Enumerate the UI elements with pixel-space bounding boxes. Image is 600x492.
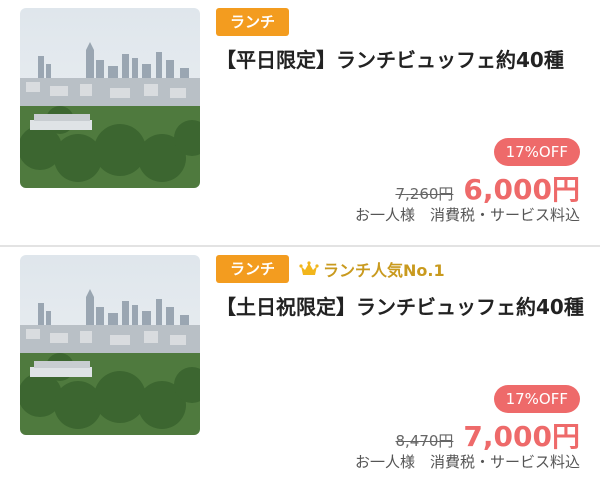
discount-badge: 17%OFF	[493, 385, 580, 413]
city-skyline-photo	[20, 8, 200, 188]
sale-price: 6,000円	[463, 173, 580, 206]
plan-title[interactable]: 【平日限定】ランチビュッフェ約40種	[216, 44, 586, 77]
price-row: 7,260円 6,000円	[395, 168, 580, 208]
plan-title[interactable]: 【土日祝限定】ランチビュッフェ約40種	[216, 291, 586, 324]
plan-tags: ランチ ランチ人気No.1	[216, 255, 445, 283]
city-skyline-photo	[20, 255, 200, 435]
sale-price: 7,000円	[463, 420, 580, 453]
plan-card[interactable]: ランチ ランチ人気No.1 【土日祝限定】ランチビュッフェ約40種 17%OFF…	[0, 246, 600, 492]
price-note: お一人様 消費税・サービス料込	[354, 206, 580, 224]
plan-photo[interactable]	[20, 8, 200, 188]
plan-card[interactable]: ランチ 【平日限定】ランチビュッフェ約40種 17%OFF 7,260円 6,0…	[0, 0, 600, 246]
plan-list: ランチ 【平日限定】ランチビュッフェ約40種 17%OFF 7,260円 6,0…	[0, 0, 600, 492]
price-row: 8,470円 7,000円	[395, 415, 580, 455]
plan-photo[interactable]	[20, 255, 200, 435]
original-price: 7,260円	[395, 185, 454, 203]
category-tag: ランチ	[216, 8, 290, 36]
discount-badge: 17%OFF	[493, 138, 580, 166]
plan-tags: ランチ	[216, 8, 290, 36]
original-price: 8,470円	[395, 432, 454, 450]
ranking-badge: ランチ人気No.1	[299, 257, 445, 281]
crown-icon	[299, 261, 319, 275]
ranking-label: ランチ人気No.1	[323, 261, 445, 280]
category-tag: ランチ	[216, 255, 290, 283]
price-note: お一人様 消費税・サービス料込	[354, 453, 580, 471]
